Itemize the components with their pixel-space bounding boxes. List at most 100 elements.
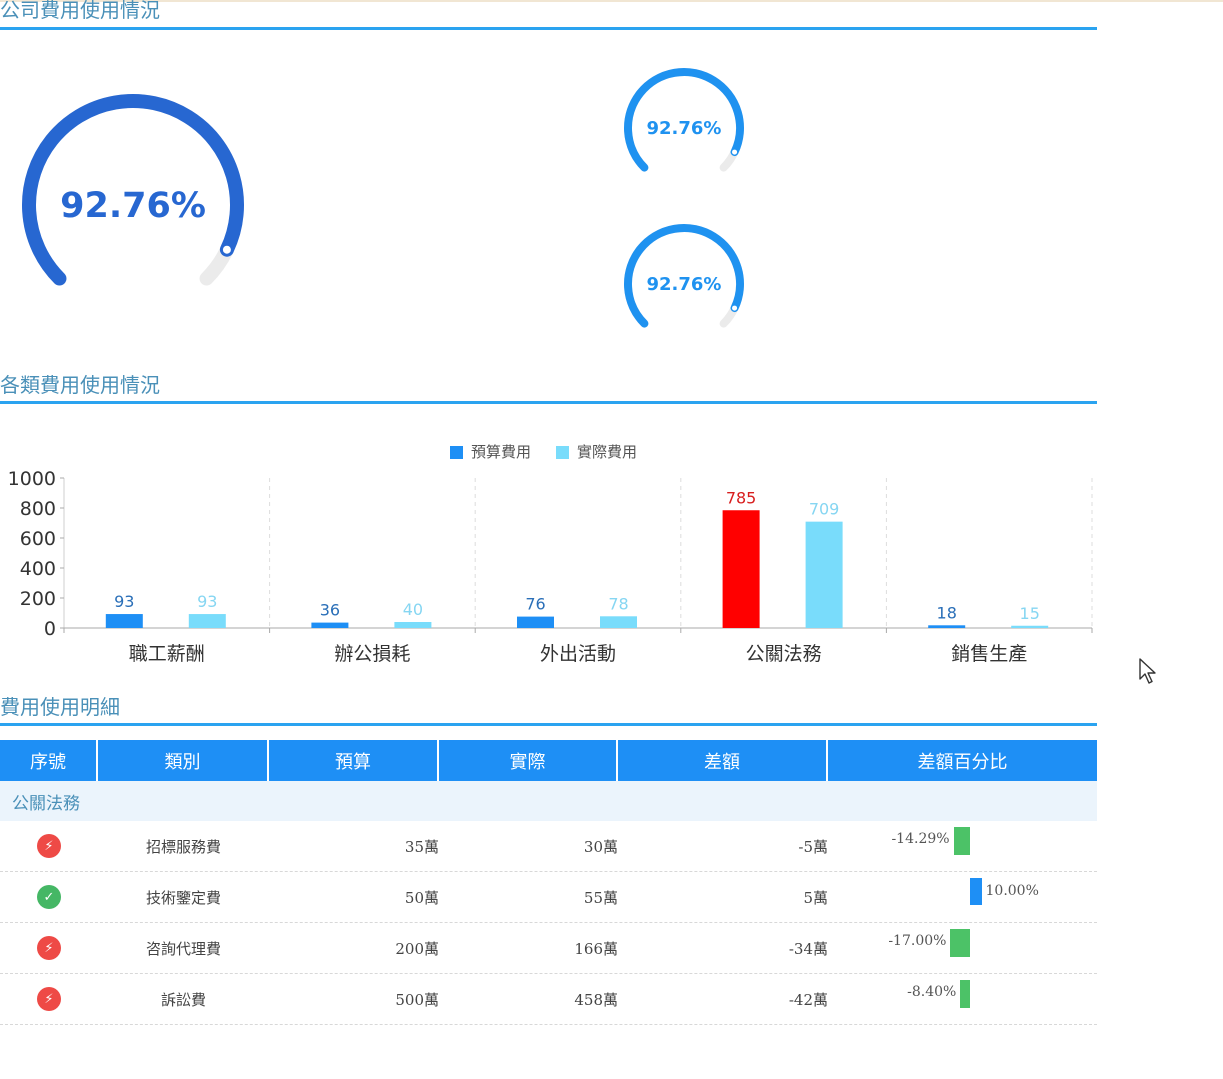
x-category-label: 銷售生產 [951, 643, 1027, 665]
percent-bar [970, 878, 982, 905]
top-border [0, 0, 1223, 2]
budget-bar [722, 510, 760, 628]
y-tick-label: 600 [20, 528, 56, 550]
row-category: 技術鑒定費 [145, 888, 221, 907]
bar-value-label: 40 [403, 600, 423, 619]
alert-lightning-icon: ⚡ [37, 834, 61, 858]
y-tick-label: 0 [44, 618, 56, 640]
table-header: 序號 類別 預算 實際 差額 差額百分比 [0, 740, 1097, 781]
percent-label: -8.40% [907, 984, 957, 1000]
main-gauge-label: 92.76% [60, 186, 206, 226]
x-category-label: 職工薪酬 [129, 643, 205, 665]
legend-swatch [450, 446, 463, 459]
percent-bar [960, 980, 970, 1008]
bar-value-label: 15 [1020, 604, 1040, 623]
percent-label: -17.00% [888, 933, 947, 949]
bar-value-label: 36 [320, 601, 340, 620]
check-circle-icon: ✓ [37, 885, 61, 909]
row-actual: 166萬 [574, 939, 618, 958]
bar-value-label: 18 [937, 603, 957, 622]
header-actual[interactable]: 實際 [439, 740, 618, 781]
row-budget: 50萬 [404, 888, 439, 907]
budget-bar [105, 614, 143, 628]
row-category: 咨詢代理費 [145, 939, 221, 958]
table-row[interactable]: ⚡ 招標服務費 35萬 30萬 -5萬 -14.29% [0, 821, 1097, 872]
actual-bar [805, 521, 843, 628]
row-status-cell: ⚡ [0, 923, 98, 973]
percent-label: -14.29% [891, 831, 950, 847]
percent-bar [950, 929, 970, 957]
header-difference-percent[interactable]: 差額百分比 [828, 740, 1097, 781]
lower-gauge-knob [732, 305, 738, 311]
upper-gauge-label: 92.76% [647, 118, 722, 139]
header-index[interactable]: 序號 [0, 740, 98, 781]
row-difference: -42萬 [788, 990, 828, 1009]
row-actual: 458萬 [574, 990, 618, 1009]
mouse-cursor-icon [1139, 658, 1156, 684]
table-row[interactable]: ⚡ 咨詢代理費 200萬 166萬 -34萬 -17.00% [0, 923, 1097, 974]
row-actual: 30萬 [583, 837, 618, 856]
budget-bar [928, 625, 966, 628]
detail-section-rule [0, 723, 1097, 726]
row-status-cell: ⚡ [0, 974, 98, 1024]
overview-section-title: 公司費用使用情況 [0, 0, 160, 22]
header-difference[interactable]: 差額 [618, 740, 828, 781]
y-tick-label: 400 [20, 558, 56, 580]
actual-bar [1011, 625, 1049, 628]
percent-label: 10.00% [985, 883, 1039, 899]
bar-value-label: 78 [608, 594, 628, 613]
lower-gauge: 92.76% [624, 224, 744, 328]
detail-section-title: 費用使用明細 [0, 695, 120, 719]
overview-section-rule [0, 27, 1097, 30]
actual-bar [394, 622, 432, 628]
budget-bar [517, 616, 554, 628]
row-status-cell: ⚡ [0, 821, 98, 871]
actual-bar [188, 614, 226, 628]
table-row[interactable]: ⚡ 訴訟費 500萬 458萬 -42萬 -8.40% [0, 974, 1097, 1025]
row-percent-cell: -14.29% [828, 821, 1097, 871]
header-category[interactable]: 類別 [98, 740, 269, 781]
category-section-rule [0, 401, 1097, 404]
x-category-label: 辦公損耗 [334, 643, 410, 665]
category-section-title: 各類費用使用情況 [0, 373, 160, 397]
row-category: 招標服務費 [145, 837, 221, 856]
row-status-cell: ✓ [0, 872, 98, 922]
alert-lightning-icon: ⚡ [37, 936, 61, 960]
row-difference: -34萬 [788, 939, 828, 958]
budget-bar [311, 622, 349, 628]
row-percent-cell: 10.00% [828, 872, 1097, 922]
main-gauge: 92.76% [22, 94, 244, 286]
row-percent-cell: -8.40% [828, 974, 1097, 1024]
bar-value-label: 93 [114, 592, 134, 611]
y-tick-label: 1000 [8, 468, 56, 490]
actual-bar [600, 616, 637, 628]
bar-value-label: 93 [197, 592, 217, 611]
group-row[interactable]: 公關法務 [0, 781, 1097, 821]
upper-gauge: 92.76% [624, 68, 744, 172]
table-body: ⚡ 招標服務費 35萬 30萬 -5萬 -14.29% ✓ 技術鑒定費 50萬 … [0, 821, 1097, 1025]
x-category-label: 外出活動 [540, 643, 616, 665]
category-bar-chart: 預算費用 實際費用 0 200 400 600 800 1000 93 93 職工薪酬 36 40 辦公損… [8, 443, 1093, 665]
row-percent-cell: -17.00% [828, 923, 1097, 973]
x-category-label: 公關法務 [746, 643, 822, 665]
lower-gauge-label: 92.76% [647, 274, 722, 295]
legend-label: 預算費用 [471, 443, 531, 461]
bar-value-label: 785 [726, 488, 757, 507]
table-row[interactable]: ✓ 技術鑒定費 50萬 55萬 5萬 10.00% [0, 872, 1097, 923]
legend-label: 實際費用 [577, 443, 637, 461]
row-difference: -5萬 [798, 837, 828, 856]
row-budget: 200萬 [395, 939, 439, 958]
row-difference: 5萬 [803, 888, 828, 907]
bar-value-label: 76 [525, 595, 545, 614]
detail-table: 序號 類別 預算 實際 差額 差額百分比 公關法務 ⚡ 招標服務費 35萬 30… [0, 740, 1097, 1025]
percent-bar [953, 827, 970, 855]
bar-value-label: 709 [809, 500, 840, 519]
y-tick-label: 800 [20, 498, 56, 520]
row-budget: 35萬 [404, 837, 439, 856]
row-budget: 500萬 [395, 990, 439, 1009]
upper-gauge-knob [732, 149, 738, 155]
row-actual: 55萬 [583, 888, 618, 907]
header-budget[interactable]: 預算 [269, 740, 439, 781]
legend-swatch [556, 446, 569, 459]
row-category: 訴訟費 [160, 990, 206, 1009]
